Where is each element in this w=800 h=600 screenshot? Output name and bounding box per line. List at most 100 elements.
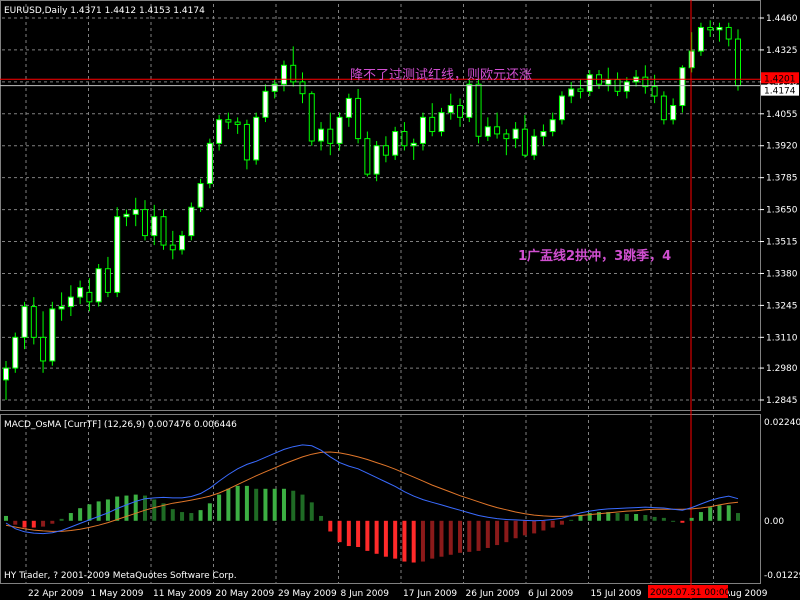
candle-bear[interactable] <box>475 83 482 137</box>
candle-bear[interactable] <box>651 86 658 97</box>
price-axis-label: 1.3515 <box>766 238 798 248</box>
candle-bull[interactable] <box>716 26 723 31</box>
price-tag-white: 1.4174 <box>764 87 796 97</box>
candle-bear[interactable] <box>382 145 389 156</box>
candle-bull[interactable] <box>67 296 74 308</box>
candle-bull[interactable] <box>216 119 223 144</box>
candle-bull[interactable] <box>419 116 426 144</box>
candle-bear[interactable] <box>160 216 167 246</box>
candle-bull[interactable] <box>605 78 612 85</box>
candle-bear[interactable] <box>494 126 501 135</box>
candle-bear[interactable] <box>30 306 37 338</box>
candle-bull[interactable] <box>484 126 491 137</box>
osma-histogram-bar <box>634 514 639 521</box>
candle-bear[interactable] <box>429 116 436 133</box>
candle-bull[interactable] <box>670 105 677 121</box>
candle-bear[interactable] <box>707 26 714 31</box>
candle-bear[interactable] <box>660 95 667 121</box>
candle-bear[interactable] <box>86 291 93 303</box>
candle-bear[interactable] <box>234 121 241 125</box>
price-axis-label: 1.3920 <box>766 142 798 152</box>
candle-bear[interactable] <box>141 209 148 237</box>
osma-histogram-bar <box>698 512 703 521</box>
candle-bull[interactable] <box>336 116 343 144</box>
candle-bull[interactable] <box>197 183 204 208</box>
candle-bear[interactable] <box>577 88 584 92</box>
candle-bull[interactable] <box>466 83 473 118</box>
osma-histogram-bar <box>383 520 388 557</box>
date-axis-label: 1 May 2009 <box>91 589 144 599</box>
candle-bull[interactable] <box>95 268 102 303</box>
candle-bull[interactable] <box>280 64 287 85</box>
chart-symbol-header: EURUSD,Daily 1.4371 1.4412 1.4153 1.4174 <box>4 6 205 16</box>
candle-bull[interactable] <box>21 306 28 338</box>
candle-bear[interactable] <box>169 244 176 251</box>
candle-bull[interactable] <box>206 142 213 185</box>
chart-window: 1.44601.43251.41901.40551.39201.37851.36… <box>0 0 800 600</box>
osma-histogram-bar <box>541 520 546 531</box>
candle-bear[interactable] <box>503 133 510 140</box>
candle-bear[interactable] <box>364 138 371 175</box>
candle-bull[interactable] <box>318 128 325 142</box>
osma-histogram-bar <box>467 520 472 552</box>
candle-bear[interactable] <box>327 128 334 144</box>
candle-bull[interactable] <box>123 213 130 218</box>
osma-histogram-bar <box>133 494 138 521</box>
candle-bull[interactable] <box>253 116 260 161</box>
candle-bull[interactable] <box>531 135 538 156</box>
candle-bear[interactable] <box>299 81 306 95</box>
chart-canvas[interactable]: 1.44601.43251.41901.40551.39201.37851.36… <box>0 0 800 600</box>
osma-histogram-bar <box>643 514 648 521</box>
candle-bull[interactable] <box>3 367 9 381</box>
candle-bull[interactable] <box>410 142 417 147</box>
osma-histogram-bar <box>504 520 509 543</box>
candle-bull[interactable] <box>438 112 445 133</box>
candle-bear[interactable] <box>725 26 732 40</box>
price-axis-label: 1.2980 <box>766 364 798 374</box>
candle-bear[interactable] <box>457 105 464 118</box>
candle-bear[interactable] <box>401 131 408 147</box>
osma-histogram-bar <box>96 501 101 521</box>
candle-bull[interactable] <box>623 81 630 92</box>
candle-bull[interactable] <box>49 308 56 362</box>
candle-bear[interactable] <box>308 93 315 142</box>
candle-bear[interactable] <box>40 336 47 362</box>
candle-bull[interactable] <box>447 105 454 114</box>
candle-bull[interactable] <box>58 306 65 310</box>
candle-bull[interactable] <box>392 131 399 156</box>
osma-histogram-bar <box>281 488 286 521</box>
candle-bear[interactable] <box>104 268 111 293</box>
candle-bull[interactable] <box>586 74 593 92</box>
candle-bull[interactable] <box>688 50 695 69</box>
osma-histogram-bar <box>476 520 481 551</box>
osma-histogram-bar <box>50 520 55 524</box>
candle-bear[interactable] <box>735 38 741 87</box>
candle-bull[interactable] <box>568 88 575 97</box>
candle-bull[interactable] <box>697 26 704 52</box>
candle-bull[interactable] <box>151 216 158 237</box>
candle-bear[interactable] <box>225 119 232 123</box>
candle-bull[interactable] <box>512 128 519 140</box>
candle-bull[interactable] <box>77 287 84 298</box>
candle-bull[interactable] <box>679 67 686 107</box>
osma-histogram-bar <box>550 520 555 528</box>
candle-bull[interactable] <box>132 209 139 215</box>
candle-bull[interactable] <box>114 216 121 293</box>
osma-histogram-bar <box>513 520 518 539</box>
candle-bear[interactable] <box>521 128 528 156</box>
candle-bull[interactable] <box>188 206 195 237</box>
candle-bull[interactable] <box>345 97 352 118</box>
candle-bear[interactable] <box>355 97 362 140</box>
price-axis-label: 1.4325 <box>766 46 798 56</box>
candle-bull[interactable] <box>12 336 19 369</box>
indicator-axis-label: 0.022403 <box>764 418 800 428</box>
candle-bull[interactable] <box>373 145 380 175</box>
candle-bull[interactable] <box>179 235 186 251</box>
osma-histogram-bar <box>189 513 194 521</box>
candle-bear[interactable] <box>243 123 250 161</box>
candle-bull[interactable] <box>558 95 565 121</box>
candle-bull[interactable] <box>262 90 269 118</box>
date-axis-label: 22 Apr 2009 <box>28 589 84 599</box>
candle-bull[interactable] <box>549 119 556 133</box>
candle-bull[interactable] <box>540 131 547 137</box>
